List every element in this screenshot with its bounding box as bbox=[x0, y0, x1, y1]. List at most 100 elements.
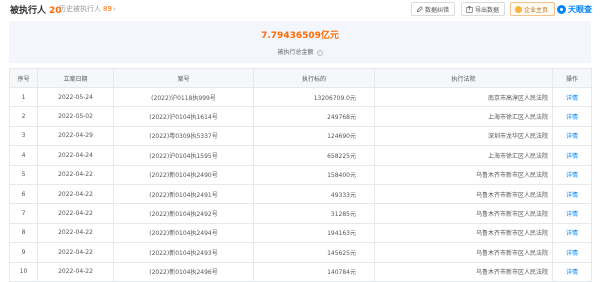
row-number: 6 bbox=[9, 183, 38, 205]
details-link[interactable]: 详情 bbox=[552, 261, 592, 282]
execution-court: 乌鲁木齐市新市区人民法院 bbox=[374, 164, 553, 185]
export-icon bbox=[466, 5, 473, 13]
column-header: 序号 bbox=[9, 68, 38, 88]
row-number: 4 bbox=[9, 145, 38, 166]
table-body: 1 2022-05-24 (2022)沪0118执999号 13206709.0元 南京… bbox=[9, 86, 592, 282]
brand-name: 天眼查 bbox=[568, 4, 592, 14]
details-link[interactable]: 详情 bbox=[552, 164, 592, 185]
details-link[interactable]: 详情 bbox=[552, 125, 592, 147]
enterprise-homepage-label: 企业主页 bbox=[524, 6, 549, 14]
details-link[interactable]: 详情 bbox=[552, 242, 592, 263]
filing-date: 2022-04-22 bbox=[37, 164, 114, 185]
row-number: 1 bbox=[9, 86, 38, 108]
export-data-button[interactable]: 导出数据 bbox=[461, 2, 505, 16]
table-row: 7 2022-04-22 (2022)新0104执2492号 31285元 乌鲁木齐市新… bbox=[9, 203, 592, 224]
details-link[interactable]: 详情 bbox=[552, 106, 592, 127]
export-data-label: 导出数据 bbox=[475, 6, 500, 14]
case-number: (2022)新0104执2496号 bbox=[113, 261, 254, 282]
case-number: (2022)新0104执2493号 bbox=[113, 242, 254, 263]
table-row: 4 2022-04-24 (2022)沪0104执1595号 658225元 上海市徐汇… bbox=[9, 145, 592, 166]
table-row: 2 2022-05-02 (2022)沪0104执1614号 249768元 上海市徐汇… bbox=[9, 106, 592, 127]
execution-amount: 31285元 bbox=[253, 203, 375, 224]
case-number: (2022)沪0104执1614号 bbox=[113, 106, 254, 127]
case-number: (2022)新0104执2492号 bbox=[113, 203, 254, 224]
row-number: 10 bbox=[9, 261, 38, 282]
section-title: 被执行人 20 bbox=[10, 3, 62, 16]
case-number: (2022)新0104执2491号 bbox=[113, 183, 254, 205]
case-number: (2022)新0104执2490号 bbox=[113, 164, 254, 185]
details-link[interactable]: 详情 bbox=[552, 86, 592, 108]
total-amount: 7.79436509亿元 bbox=[261, 31, 339, 41]
table-row: 1 2022-05-24 (2022)沪0118执999号 13206709.0元 南京… bbox=[9, 86, 592, 108]
row-number: 8 bbox=[9, 222, 38, 244]
summary-panel: 7.79436509亿元 被执行总金额? bbox=[9, 21, 591, 63]
table-row: 8 2022-04-22 (2022)新0104执2494号 194163元 乌鲁木齐市… bbox=[9, 222, 592, 244]
row-number: 5 bbox=[9, 164, 38, 185]
execution-court: 乌鲁木齐市新市区人民法院 bbox=[374, 222, 553, 244]
details-link[interactable]: 详情 bbox=[552, 203, 592, 224]
row-number: 7 bbox=[9, 203, 38, 224]
column-header: 执行法院 bbox=[374, 68, 553, 88]
brand-logo: 天眼查 bbox=[557, 2, 600, 16]
enterprise-homepage-button[interactable]: 企业主页 bbox=[510, 2, 555, 16]
execution-court: 上海市徐汇区人民法院 bbox=[374, 145, 553, 166]
chevron-right-icon: › bbox=[112, 5, 116, 13]
filing-date: 2022-04-22 bbox=[37, 183, 114, 205]
filing-date: 2022-05-24 bbox=[37, 86, 114, 108]
execution-amount: 145625元 bbox=[253, 242, 375, 263]
data-correction-button[interactable]: 数据纠错 bbox=[411, 2, 455, 16]
execution-amount: 158400元 bbox=[253, 164, 375, 185]
filing-date: 2022-04-22 bbox=[37, 261, 114, 282]
details-link[interactable]: 详情 bbox=[552, 222, 592, 244]
table-row: 5 2022-04-22 (2022)新0104执2490号 158400元 乌鲁木齐市… bbox=[9, 164, 592, 185]
row-number: 2 bbox=[9, 106, 38, 127]
info-icon[interactable]: ? bbox=[316, 49, 323, 56]
column-header: 案号 bbox=[113, 68, 254, 88]
table-row: 6 2022-04-22 (2022)新0104执2491号 49333元 乌鲁木齐市新… bbox=[9, 183, 592, 205]
execution-amount: 194163元 bbox=[253, 222, 375, 244]
filing-date: 2022-04-22 bbox=[37, 203, 114, 224]
execution-amount: 249768元 bbox=[253, 106, 375, 127]
eye-logo-icon bbox=[557, 4, 566, 14]
execution-court: 南京市高淳区人民法院 bbox=[374, 86, 553, 108]
edit-icon bbox=[417, 5, 423, 12]
execution-amount: 124690元 bbox=[253, 125, 375, 147]
case-number: (2022)沪0118执999号 bbox=[113, 86, 254, 108]
data-correction-label: 数据纠错 bbox=[425, 6, 450, 14]
executee-table: 序号 立案日期 案号 执行标的 执行法院 操作 1 2022-05-24 (2022)沪011… bbox=[9, 68, 592, 282]
column-header: 执行标的 bbox=[253, 68, 375, 88]
filing-date: 2022-04-29 bbox=[37, 125, 114, 147]
table-row: 9 2022-04-22 (2022)新0104执2493号 145625元 乌鲁木齐市… bbox=[9, 242, 592, 263]
execution-court: 乌鲁木齐市新市区人民法院 bbox=[374, 261, 553, 282]
top-bar: 被执行人 20 历史被执行人 89› 数据纠错 导出数据 企业主页 天眼查 bbox=[0, 0, 600, 19]
history-count: 89 bbox=[103, 5, 112, 13]
row-number: 9 bbox=[9, 242, 38, 263]
row-number: 3 bbox=[9, 125, 38, 147]
total-amount-label: 被执行总金额 bbox=[277, 49, 314, 56]
execution-amount: 658225元 bbox=[253, 145, 375, 166]
filing-date: 2022-04-22 bbox=[37, 222, 114, 244]
filing-date: 2022-04-22 bbox=[37, 242, 114, 263]
case-number: (2022)沪0104执1595号 bbox=[113, 145, 254, 166]
history-label: 历史被执行人 bbox=[59, 5, 101, 13]
execution-amount: 49333元 bbox=[253, 183, 375, 205]
execution-court: 深圳市龙华区人民法院 bbox=[374, 125, 553, 147]
details-link[interactable]: 详情 bbox=[552, 145, 592, 166]
vip-icon bbox=[515, 5, 522, 13]
filing-date: 2022-05-02 bbox=[37, 106, 114, 127]
total-amount-caption: 被执行总金额? bbox=[9, 47, 591, 56]
section-title-label: 被执行人 bbox=[10, 6, 47, 16]
execution-court: 乌鲁木齐市新市区人民法院 bbox=[374, 242, 553, 263]
case-number: (2022)新0104执2494号 bbox=[113, 222, 254, 244]
execution-court: 上海市徐汇区人民法院 bbox=[374, 106, 553, 127]
history-executee-link[interactable]: 历史被执行人 89› bbox=[59, 4, 116, 14]
table-row: 3 2022-04-29 (2022)粤0309执5337号 124690元 深圳市龙华… bbox=[9, 125, 592, 147]
filing-date: 2022-04-24 bbox=[37, 145, 114, 166]
execution-court: 乌鲁木齐市新市区人民法院 bbox=[374, 203, 553, 224]
case-number: (2022)粤0309执5337号 bbox=[113, 125, 254, 147]
details-link[interactable]: 详情 bbox=[552, 183, 592, 205]
table-header-row: 序号 立案日期 案号 执行标的 执行法院 操作 bbox=[9, 68, 592, 88]
execution-amount: 140784元 bbox=[253, 261, 375, 282]
column-header: 立案日期 bbox=[37, 68, 114, 88]
table-row: 10 2022-04-22 (2022)新0104执2496号 140784元 乌鲁木齐… bbox=[9, 261, 592, 282]
